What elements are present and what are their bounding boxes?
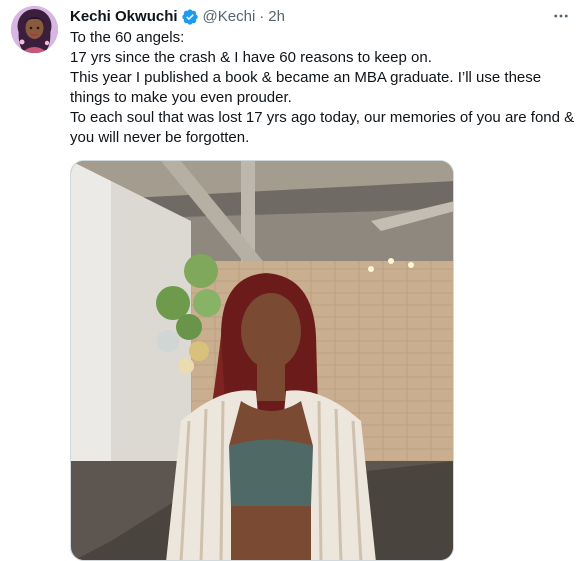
tweet-text-line: To the 60 angels: [70,29,185,46]
tweet[interactable]: Kechi Okwuchi @Kechi · 2h To the 60 ange… [0,0,583,561]
tweet-text-line: 17 yrs since the crash & I have 60 reaso… [70,49,432,66]
photo-image [71,161,453,560]
avatar-illustration-icon [11,6,58,53]
verified-badge-icon [181,8,199,26]
tweet-text: To the 60 angels: 17 yrs since the crash… [70,28,575,148]
author-handle[interactable]: @Kechi [203,7,256,27]
tweet-timestamp[interactable]: 2h [268,7,285,27]
author-avatar[interactable] [11,6,58,53]
tweet-photo[interactable] [70,160,454,561]
tweet-text-line: This year I published a book & became an… [70,69,542,106]
tweet-text-line: To each soul that was lost 17 yrs ago to… [70,109,575,146]
tweet-header: Kechi Okwuchi @Kechi · 2h [70,7,285,27]
meta-separator: · [259,8,265,25]
more-horizontal-icon [554,14,568,18]
more-options-button[interactable] [550,6,572,26]
author-name[interactable]: Kechi Okwuchi [70,7,178,27]
